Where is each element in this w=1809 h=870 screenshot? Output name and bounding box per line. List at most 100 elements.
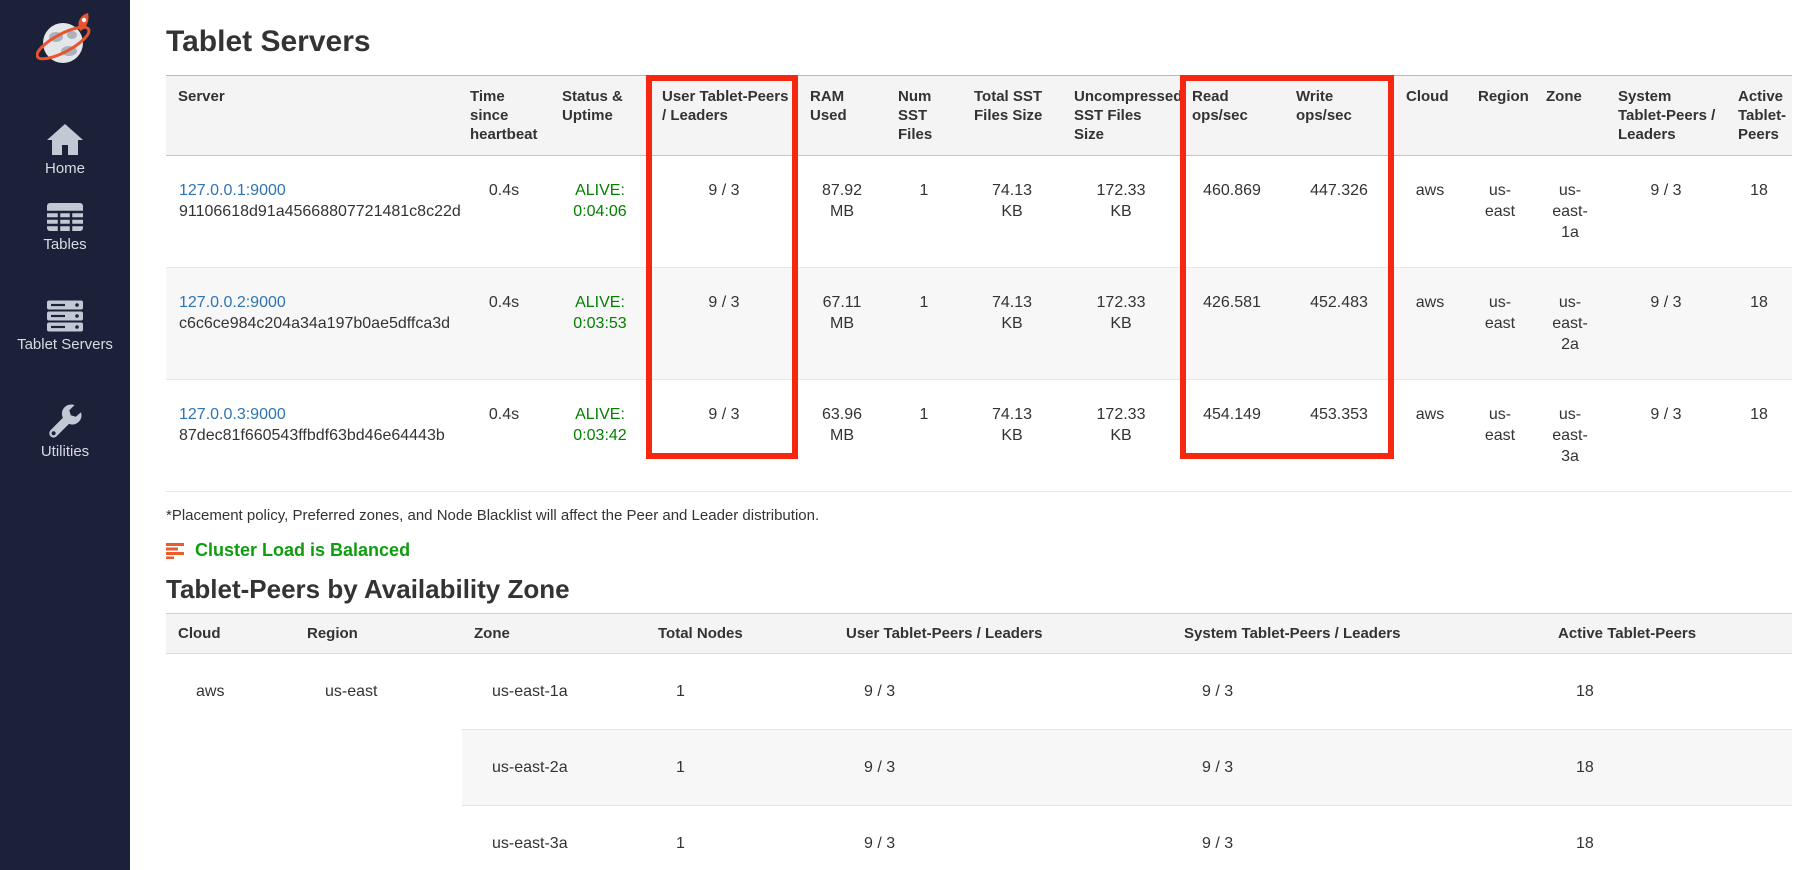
write-ops-cell: 452.483 xyxy=(1284,268,1394,380)
server-cell: 127.0.0.1:9000 91106618d91a4566880772148… xyxy=(166,156,458,268)
sidebar-item-label: Tables xyxy=(43,237,86,252)
active-peers-cell: 18 xyxy=(1726,268,1792,380)
active-peers-cell: 18 xyxy=(1726,380,1792,492)
num-sst-cell: 1 xyxy=(886,156,962,268)
col-header-num-sst: Num SST Files xyxy=(886,76,962,156)
region-cell: us-east xyxy=(1466,268,1534,380)
col-header-system-peers: System Tablet-Peers / Leaders xyxy=(1606,76,1726,156)
user-peers-cell: 9 / 3 xyxy=(834,654,1172,730)
active-peers-cell: 18 xyxy=(1546,806,1792,870)
sidebar-item-label: Tablet Servers xyxy=(17,337,113,352)
user-peers-cell: 9 / 3 xyxy=(650,380,798,492)
server-uuid: 91106618d91a45668807721481c8c22d xyxy=(179,201,452,222)
heartbeat-cell: 0.4s xyxy=(458,156,550,268)
col-header-zone: Zone xyxy=(1534,76,1606,156)
user-peers-cell: 9 / 3 xyxy=(650,268,798,380)
ram-cell: 87.92MB xyxy=(798,156,886,268)
table-header-row: Cloud Region Zone Total Nodes User Table… xyxy=(166,614,1792,654)
utilities-wrench-icon xyxy=(47,403,83,439)
col-header-region: Region xyxy=(1466,76,1534,156)
total-nodes-cell: 1 xyxy=(646,730,834,806)
col-header-active-peers: Active Tablet-Peers xyxy=(1726,76,1792,156)
uncompressed-sst-cell: 172.33KB xyxy=(1062,156,1180,268)
system-peers-cell: 9 / 3 xyxy=(1172,730,1546,806)
uptime: 0:04:06 xyxy=(556,201,644,222)
read-ops-cell: 454.149 xyxy=(1180,380,1284,492)
heartbeat-cell: 0.4s xyxy=(458,268,550,380)
col-header-user-peers: User Tablet-Peers / Leaders xyxy=(650,76,798,156)
main-content: Tablet Servers Server Time since heartbe… xyxy=(130,0,1809,870)
zone-cell: us-east-2a xyxy=(1534,268,1606,380)
total-sst-cell: 74.13KB xyxy=(962,268,1062,380)
status-alive: ALIVE: xyxy=(556,292,644,313)
cloud-cell: aws xyxy=(1394,268,1466,380)
system-peers-cell: 9 / 3 xyxy=(1606,156,1726,268)
server-uuid: 87dec81f660543ffbdf63bd46e64443b xyxy=(179,425,452,446)
system-peers-cell: 9 / 3 xyxy=(1606,268,1726,380)
total-sst-cell: 74.13KB xyxy=(962,156,1062,268)
col-header-user-peers: User Tablet-Peers / Leaders xyxy=(834,614,1172,654)
app-logo[interactable] xyxy=(0,11,130,69)
col-header-active-peers: Active Tablet-Peers xyxy=(1546,614,1792,654)
server-link[interactable]: 127.0.0.3:9000 xyxy=(179,406,286,423)
total-sst-cell: 74.13KB xyxy=(962,380,1062,492)
col-header-total-sst: Total SST Files Size xyxy=(962,76,1062,156)
col-header-ram: RAM Used xyxy=(798,76,886,156)
col-header-system-peers: System Tablet-Peers / Leaders xyxy=(1172,614,1546,654)
uncompressed-sst-cell: 172.33KB xyxy=(1062,380,1180,492)
num-sst-cell: 1 xyxy=(886,268,962,380)
server-link[interactable]: 127.0.0.2:9000 xyxy=(179,294,286,311)
table-row: 127.0.0.2:9000 c6c6ce984c204a34a197b0ae5… xyxy=(166,268,1792,380)
zone-cell: us-east-1a xyxy=(1534,156,1606,268)
status-cell: ALIVE: 0:04:06 xyxy=(550,156,650,268)
table-row: 127.0.0.3:9000 87dec81f660543ffbdf63bd46… xyxy=(166,380,1792,492)
system-peers-cell: 9 / 3 xyxy=(1172,654,1546,730)
az-section-title: Tablet-Peers by Availability Zone xyxy=(166,574,570,605)
active-peers-cell: 18 xyxy=(1726,156,1792,268)
sidebar-item-home[interactable]: Home xyxy=(0,122,130,176)
col-header-zone: Zone xyxy=(462,614,646,654)
ram-cell: 63.96MB xyxy=(798,380,886,492)
planet-rocket-logo-icon xyxy=(36,11,94,69)
sidebar-item-label: Utilities xyxy=(41,444,89,459)
col-header-cloud: Cloud xyxy=(166,614,295,654)
active-peers-cell: 18 xyxy=(1546,730,1792,806)
server-link[interactable]: 127.0.0.1:9000 xyxy=(179,182,286,199)
tablet-servers-icon xyxy=(46,300,84,332)
zone-cell: us-east-1a xyxy=(462,654,646,730)
table-row: 127.0.0.1:9000 91106618d91a4566880772148… xyxy=(166,156,1792,268)
sidebar-item-tablet-servers[interactable]: Tablet Servers xyxy=(0,300,130,352)
cloud-cell: aws xyxy=(1394,156,1466,268)
col-header-uncompressed-sst: Uncompressed SST Files Size xyxy=(1062,76,1180,156)
sidebar-item-tables[interactable]: Tables xyxy=(0,202,130,252)
az-table: Cloud Region Zone Total Nodes User Table… xyxy=(166,613,1792,870)
write-ops-cell: 447.326 xyxy=(1284,156,1394,268)
col-header-read-ops: Read ops/sec xyxy=(1180,76,1284,156)
tables-icon xyxy=(46,202,84,232)
status-alive: ALIVE: xyxy=(556,404,644,425)
zone-cell: us-east-2a xyxy=(462,730,646,806)
col-header-server: Server xyxy=(166,76,458,156)
col-header-region: Region xyxy=(295,614,462,654)
num-sst-cell: 1 xyxy=(886,380,962,492)
home-icon xyxy=(46,122,84,156)
uptime: 0:03:42 xyxy=(556,425,644,446)
col-header-heartbeat: Time since heartbeat xyxy=(458,76,550,156)
cluster-load-text: Cluster Load is Balanced xyxy=(195,540,410,561)
status-cell: ALIVE: 0:03:53 xyxy=(550,268,650,380)
server-uuid: c6c6ce984c204a34a197b0ae5dffca3d xyxy=(179,313,452,334)
cluster-load-status: Cluster Load is Balanced xyxy=(166,540,410,561)
write-ops-cell: 453.353 xyxy=(1284,380,1394,492)
sidebar-item-utilities[interactable]: Utilities xyxy=(0,403,130,459)
table-row: aws us-east us-east-1a 1 9 / 3 9 / 3 18 xyxy=(166,654,1792,730)
total-nodes-cell: 1 xyxy=(646,806,834,870)
placement-note: *Placement policy, Preferred zones, and … xyxy=(166,507,819,524)
uncompressed-sst-cell: 172.33KB xyxy=(1062,268,1180,380)
active-peers-cell: 18 xyxy=(1546,654,1792,730)
status-alive: ALIVE: xyxy=(556,180,644,201)
system-peers-cell: 9 / 3 xyxy=(1172,806,1546,870)
uptime: 0:03:53 xyxy=(556,313,644,334)
table-header-row: Server Time since heartbeat Status & Upt… xyxy=(166,76,1792,156)
col-header-cloud: Cloud xyxy=(1394,76,1466,156)
heartbeat-cell: 0.4s xyxy=(458,380,550,492)
